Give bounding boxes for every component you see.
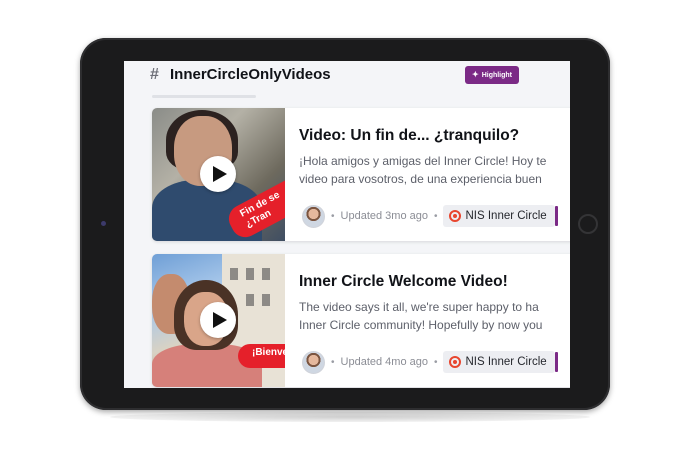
video-thumbnail[interactable]: Fin de se ¿Tran xyxy=(152,108,285,241)
post-title[interactable]: Video: Un fin de... ¿tranquilo? xyxy=(299,127,519,145)
play-button[interactable] xyxy=(200,302,236,338)
author-avatar[interactable] xyxy=(302,204,325,228)
home-button[interactable] xyxy=(578,214,598,234)
post-description: ¡Hola amigos y amigas del Inner Circle! … xyxy=(299,152,570,188)
scroll-indicator xyxy=(152,95,256,98)
post-meta: • Updated 3mo ago • NIS Inner Circle xyxy=(302,204,558,228)
separator-dot: • xyxy=(433,356,438,368)
post-card[interactable]: ¡Bienve Inner Circle Welcome Video! The … xyxy=(152,254,570,387)
play-icon xyxy=(212,312,227,328)
building-window xyxy=(262,294,270,306)
space-tag-label: NIS Inner Circle xyxy=(465,356,547,368)
description-line: ¡Hola amigos y amigas del Inner Circle! … xyxy=(299,154,547,168)
camera-icon xyxy=(101,221,106,226)
updated-timestamp: Updated 3mo ago xyxy=(340,210,428,222)
highlight-button[interactable]: ✦ Highlight xyxy=(465,66,519,84)
video-thumbnail[interactable]: ¡Bienve xyxy=(152,254,285,387)
post-title[interactable]: Inner Circle Welcome Video! xyxy=(299,273,508,291)
nis-logo-icon xyxy=(449,356,462,368)
updated-timestamp: Updated 4mo ago xyxy=(340,356,428,368)
channel-title: InnerCircleOnlyVideos xyxy=(170,66,331,83)
play-button[interactable] xyxy=(200,156,236,192)
tablet-screen: # InnerCircleOnlyVideos ✦ Highlight Fin … xyxy=(124,61,570,388)
separator-dot: • xyxy=(331,356,335,368)
play-icon xyxy=(212,166,227,182)
sparkle-icon: ✦ xyxy=(471,70,479,79)
building-window xyxy=(262,268,270,280)
channel-header: # InnerCircleOnlyVideos ✦ Highlight xyxy=(124,61,570,97)
highlight-label: Highlight xyxy=(481,71,513,79)
separator-dot: • xyxy=(433,210,438,222)
nis-logo-icon xyxy=(449,210,462,222)
device-shadow xyxy=(110,412,590,422)
space-tag[interactable]: NIS Inner Circle xyxy=(443,205,558,227)
separator-dot: • xyxy=(331,210,335,222)
author-avatar[interactable] xyxy=(302,350,325,374)
hash-icon: # xyxy=(150,66,159,83)
building-window xyxy=(230,268,238,280)
building-window xyxy=(246,268,254,280)
building-window xyxy=(246,294,254,306)
description-line: Inner Circle community! Hopefully by now… xyxy=(299,318,543,332)
space-tag-label: NIS Inner Circle xyxy=(465,210,547,222)
description-line: video para vosotros, de una experiencia … xyxy=(299,172,542,186)
space-tag[interactable]: NIS Inner Circle xyxy=(443,351,558,373)
post-meta: • Updated 4mo ago • NIS Inner Circle xyxy=(302,350,558,374)
post-card[interactable]: Fin de se ¿Tran Video: Un fin de... ¿tra… xyxy=(152,108,570,241)
thumbnail-ribbon: ¡Bienve xyxy=(238,344,285,368)
description-line: The video says it all, we're super happy… xyxy=(299,300,539,314)
post-description: The video says it all, we're super happy… xyxy=(299,298,570,334)
